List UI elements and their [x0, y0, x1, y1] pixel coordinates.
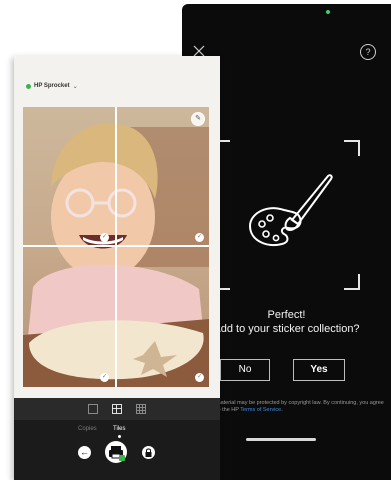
- legal-notice: material may be protected by copyright l…: [216, 400, 388, 414]
- print-editor-screen: HP Sprocket ⌄ ✎ ✓ ✓ ✓ ✓ Copies Tiles ←: [14, 56, 220, 480]
- selected-tab-indicator: [118, 435, 121, 438]
- check-icon[interactable]: ✓: [100, 233, 109, 242]
- printer-selector[interactable]: HP Sprocket ⌄: [26, 80, 78, 92]
- tab-tiles[interactable]: Tiles: [113, 426, 125, 432]
- check-icon[interactable]: ✓: [100, 373, 109, 382]
- yes-button[interactable]: Yes: [293, 359, 345, 381]
- check-icon[interactable]: ✓: [195, 233, 204, 242]
- editor-toolbar: Copies Tiles ←: [14, 398, 220, 480]
- terms-of-service-link[interactable]: Terms of Service: [240, 407, 281, 413]
- check-icon[interactable]: ✓: [195, 373, 204, 382]
- back-button[interactable]: ←: [78, 446, 91, 459]
- lock-button[interactable]: [142, 446, 155, 459]
- printer-name: HP Sprocket: [34, 83, 70, 89]
- status-indicator: [326, 10, 330, 14]
- home-indicator[interactable]: [246, 438, 316, 441]
- print-ready-badge: [119, 455, 125, 461]
- chevron-down-icon: ⌄: [72, 83, 78, 90]
- grid-layout-icon[interactable]: [136, 404, 146, 414]
- single-layout-icon[interactable]: [88, 404, 98, 414]
- layout-selector: [14, 398, 220, 420]
- legal-suffix: .: [281, 407, 283, 413]
- tiles-layout-icon[interactable]: [112, 404, 122, 414]
- no-button[interactable]: No: [220, 359, 270, 381]
- tile-divider-horizontal: [23, 245, 209, 247]
- photo-preview[interactable]: ✎ ✓ ✓ ✓ ✓: [23, 107, 209, 387]
- frame-corner: [344, 274, 360, 290]
- tab-copies[interactable]: Copies: [78, 426, 97, 432]
- tile-divider-vertical: [115, 107, 117, 387]
- palette-brush-icon: [248, 174, 333, 246]
- help-button[interactable]: ?: [360, 44, 376, 60]
- lock-icon: [145, 448, 152, 457]
- edit-button[interactable]: ✎: [191, 112, 205, 126]
- frame-corner: [344, 140, 360, 156]
- printer-status-dot: [26, 83, 31, 89]
